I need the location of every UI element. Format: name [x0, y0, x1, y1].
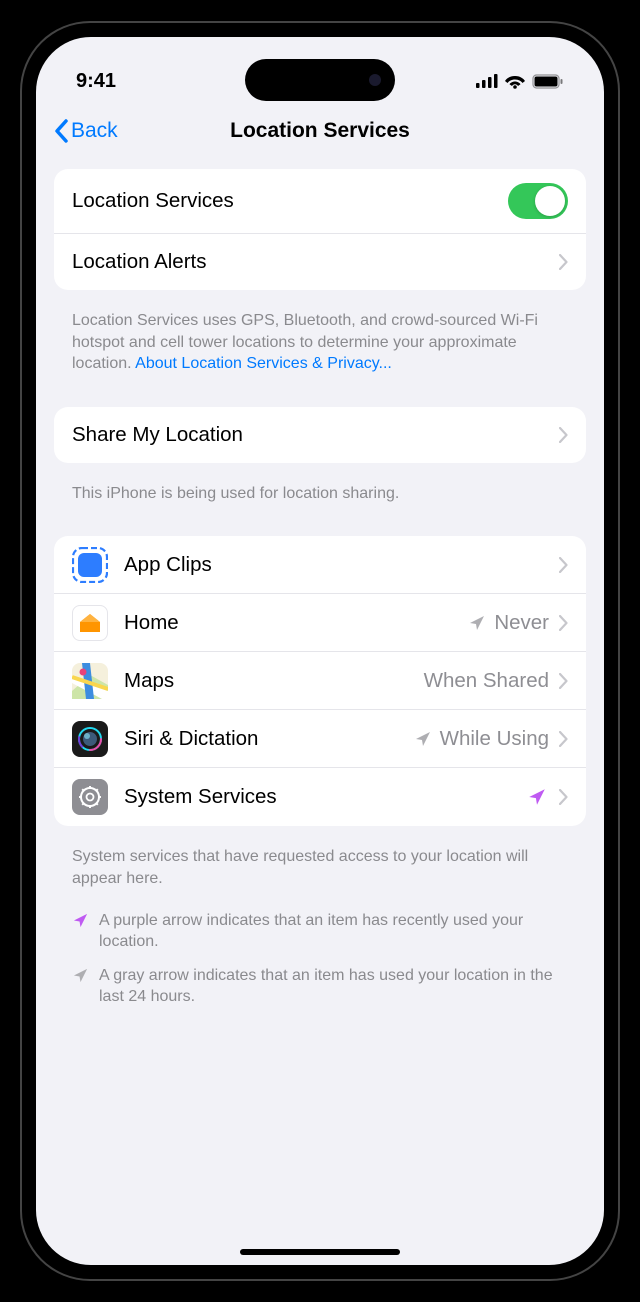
- back-button[interactable]: Back: [54, 119, 118, 143]
- footer-location-services: Location Services uses GPS, Bluetooth, a…: [54, 300, 586, 407]
- row-value: When Shared: [424, 669, 549, 693]
- chevron-right-icon: [559, 254, 568, 270]
- row-siri-dictation[interactable]: Siri & Dictation While Using: [54, 710, 586, 768]
- row-label: App Clips: [124, 553, 559, 577]
- legend-text: A purple arrow indicates that an item ha…: [99, 910, 568, 953]
- siri-icon: [72, 721, 108, 757]
- back-label: Back: [71, 119, 118, 143]
- row-home[interactable]: Home Never: [54, 594, 586, 652]
- gear-icon: [72, 779, 108, 815]
- row-app-clips[interactable]: App Clips: [54, 536, 586, 594]
- group-apps: App Clips Home Never Maps: [54, 536, 586, 826]
- row-location-services[interactable]: Location Services: [54, 169, 586, 234]
- about-privacy-link[interactable]: About Location Services & Privacy...: [135, 355, 392, 372]
- legend-purple: A purple arrow indicates that an item ha…: [54, 904, 586, 959]
- row-system-services[interactable]: System Services: [54, 768, 586, 826]
- row-location-alerts[interactable]: Location Alerts: [54, 234, 586, 290]
- screen: 9:41 Back Location Services Location Ser…: [36, 37, 604, 1265]
- row-value: While Using: [440, 727, 549, 751]
- chevron-right-icon: [559, 789, 568, 805]
- chevron-left-icon: [54, 119, 68, 143]
- chevron-right-icon: [559, 427, 568, 443]
- footer-share-location: This iPhone is being used for location s…: [54, 473, 586, 537]
- row-maps[interactable]: Maps When Shared: [54, 652, 586, 710]
- nav-bar: Back Location Services: [36, 107, 604, 169]
- app-clips-icon: [72, 547, 108, 583]
- maps-icon: [72, 663, 108, 699]
- row-label: Share My Location: [72, 423, 559, 447]
- row-value: Never: [494, 611, 549, 635]
- dynamic-island: [245, 59, 395, 101]
- legend-gray: A gray arrow indicates that an item has …: [54, 959, 586, 1014]
- row-label: Siri & Dictation: [124, 727, 414, 751]
- footer-system-services: System services that have requested acce…: [54, 836, 586, 903]
- location-arrow-gray-icon: [414, 730, 432, 748]
- battery-icon: [532, 74, 564, 89]
- location-arrow-gray-icon: [72, 967, 89, 984]
- row-label: System Services: [124, 785, 527, 809]
- row-share-my-location[interactable]: Share My Location: [54, 407, 586, 463]
- group-location-settings: Location Services Location Alerts: [54, 169, 586, 290]
- phone-frame: 9:41 Back Location Services Location Ser…: [20, 21, 620, 1281]
- home-indicator[interactable]: [240, 1249, 400, 1255]
- home-icon: [72, 605, 108, 641]
- group-share-location: Share My Location: [54, 407, 586, 463]
- row-label: Location Alerts: [72, 250, 559, 274]
- location-arrow-purple-icon: [72, 912, 89, 929]
- nav-title: Location Services: [230, 119, 410, 143]
- row-label: Home: [124, 611, 468, 635]
- legend-text: A gray arrow indicates that an item has …: [99, 965, 568, 1008]
- content: Location Services Location Alerts Locati…: [36, 169, 604, 1014]
- cellular-icon: [476, 74, 498, 88]
- row-label: Location Services: [72, 189, 508, 213]
- wifi-icon: [505, 74, 525, 89]
- chevron-right-icon: [559, 557, 568, 573]
- location-arrow-gray-icon: [468, 614, 486, 632]
- status-icons: [476, 74, 564, 89]
- chevron-right-icon: [559, 673, 568, 689]
- chevron-right-icon: [559, 615, 568, 631]
- location-arrow-purple-icon: [527, 787, 547, 807]
- toggle-location-services[interactable]: [508, 183, 568, 219]
- status-time: 9:41: [76, 70, 116, 93]
- chevron-right-icon: [559, 731, 568, 747]
- row-label: Maps: [124, 669, 424, 693]
